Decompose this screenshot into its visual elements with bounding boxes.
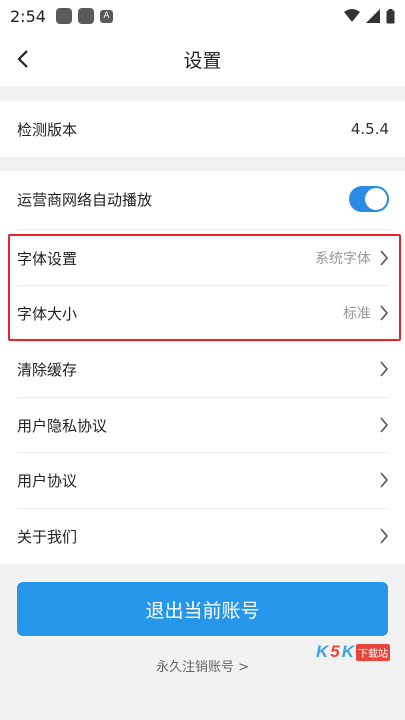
status-icons [344, 8, 395, 24]
watermark-site: 下载站 [356, 643, 391, 661]
chevron-right-icon [380, 472, 389, 488]
back-button[interactable] [10, 46, 36, 72]
check-version-row[interactable]: 检测版本 4.5.4 [0, 101, 405, 157]
wifi-icon [344, 9, 360, 22]
chevron-right-icon [380, 361, 389, 377]
notification-app-icon [55, 8, 72, 24]
notification-a-icon: A [99, 9, 113, 23]
highlight-box [8, 234, 401, 341]
user-agreement-row[interactable]: 用户协议 [0, 452, 405, 508]
toggle-knob [365, 188, 387, 210]
autoplay-label: 运营商网络自动播放 [17, 190, 153, 209]
autoplay-row: 运营商网络自动播放 [0, 171, 405, 227]
watermark-letter: K [316, 642, 329, 661]
privacy-policy-label: 用户隐私协议 [17, 416, 108, 435]
chevron-right-icon [380, 528, 389, 544]
chevron-left-icon [17, 50, 28, 68]
clear-cache-label: 清除缓存 [17, 360, 78, 379]
version-value: 4.5.4 [350, 120, 389, 138]
status-time: 2:54 [10, 6, 46, 26]
clear-cache-row[interactable]: 清除缓存 [0, 341, 405, 397]
watermark-logo: K 5 K 下载站 [316, 640, 401, 664]
version-section: 检测版本 4.5.4 [0, 101, 405, 157]
settings-section: 运营商网络自动播放 字体设置 系统字体 字体大小 标准 清除缓存 用户隐私协议 [0, 171, 405, 564]
about-us-row[interactable]: 关于我们 [0, 508, 405, 564]
about-us-label: 关于我们 [17, 527, 78, 546]
battery-icon [386, 8, 395, 23]
chevron-right-icon [380, 417, 389, 433]
check-version-label: 检测版本 [17, 120, 78, 139]
privacy-policy-row[interactable]: 用户隐私协议 [0, 397, 405, 453]
autoplay-toggle[interactable] [349, 186, 389, 212]
status-bar: 2:54 A [0, 0, 405, 32]
watermark-letter: K [341, 642, 355, 661]
app-header: 设置 [0, 32, 405, 86]
user-agreement-label: 用户协议 [17, 471, 78, 490]
notification-app-icon [77, 8, 94, 24]
watermark-number: 5 [330, 642, 340, 661]
logout-button[interactable]: 退出当前账号 [17, 582, 388, 636]
signal-icon [366, 9, 380, 23]
page-title: 设置 [183, 49, 222, 72]
